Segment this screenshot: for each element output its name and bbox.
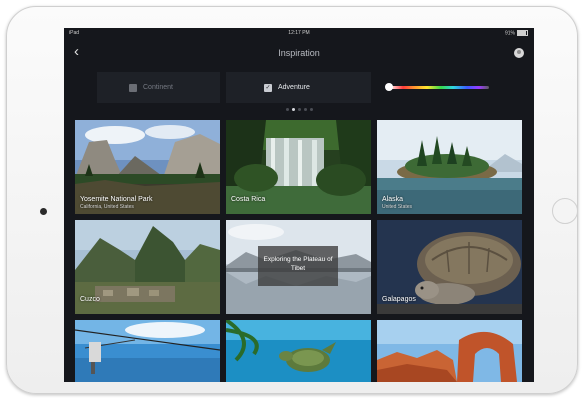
page-title: Inspiration — [278, 48, 320, 58]
filter-adventure[interactable]: ✓ Adventure — [226, 72, 371, 103]
tile-yosemite[interactable]: Yosemite National Park California, Unite… — [75, 120, 220, 214]
tile-title: Alaska — [382, 196, 404, 203]
tile-alaska[interactable]: Alaska United States — [377, 120, 522, 214]
tile-subtitle: United States — [382, 204, 413, 210]
tile-sea-turtle[interactable] — [226, 320, 371, 382]
filter-continent[interactable]: Continent — [97, 72, 220, 103]
globe-icon[interactable] — [514, 48, 524, 58]
slider-knob[interactable] — [385, 83, 393, 91]
filter-continent-label: Continent — [143, 84, 173, 91]
tile-title: Costa Rica — [231, 196, 266, 203]
tile-tibet[interactable]: Exploring the Plateau of Tibet — [226, 220, 371, 314]
app-screen: iPad 12:17 PM 91% ‹ Inspiration Continen… — [64, 28, 534, 382]
tile-cuzco[interactable]: Cuzco — [75, 220, 220, 314]
tile-arches[interactable] — [377, 320, 522, 382]
status-bar: iPad 12:17 PM 91% — [64, 28, 534, 38]
tile-caption-box: Exploring the Plateau of Tibet — [258, 246, 338, 286]
front-camera — [40, 208, 47, 215]
tile-title: Cuzco — [80, 296, 100, 303]
page-dot[interactable] — [309, 108, 313, 111]
color-filter[interactable] — [377, 72, 507, 103]
page-dot[interactable] — [303, 108, 307, 111]
arches-photo — [377, 320, 522, 382]
battery-icon — [517, 30, 528, 36]
tile-zipline[interactable] — [75, 320, 220, 382]
checkbox-adventure[interactable]: ✓ — [264, 84, 272, 92]
status-time: 12:17 PM — [288, 30, 310, 36]
tile-title: Galapagos — [382, 296, 416, 303]
checkbox-continent[interactable] — [129, 84, 137, 92]
page-indicator — [64, 108, 534, 111]
battery-status: 91% — [505, 30, 528, 36]
nav-bar: ‹ Inspiration — [64, 38, 534, 68]
tile-title: Exploring the Plateau of Tibet — [263, 256, 333, 272]
battery-percent: 91% — [504, 30, 515, 37]
page-dot[interactable] — [285, 108, 289, 111]
page-dot[interactable] — [297, 108, 301, 111]
color-spectrum-slider[interactable] — [389, 86, 489, 89]
tile-galapagos[interactable]: Galapagos — [377, 220, 522, 314]
filter-adventure-label: Adventure — [278, 84, 310, 91]
sea-turtle-photo — [226, 320, 371, 382]
tile-costa-rica[interactable]: Costa Rica — [226, 120, 371, 214]
tile-subtitle: California, United States — [80, 204, 134, 210]
home-button[interactable] — [552, 198, 578, 224]
zipline-photo — [75, 320, 220, 382]
tile-title: Yosemite National Park — [80, 196, 153, 203]
page-dot-active[interactable] — [291, 108, 295, 111]
